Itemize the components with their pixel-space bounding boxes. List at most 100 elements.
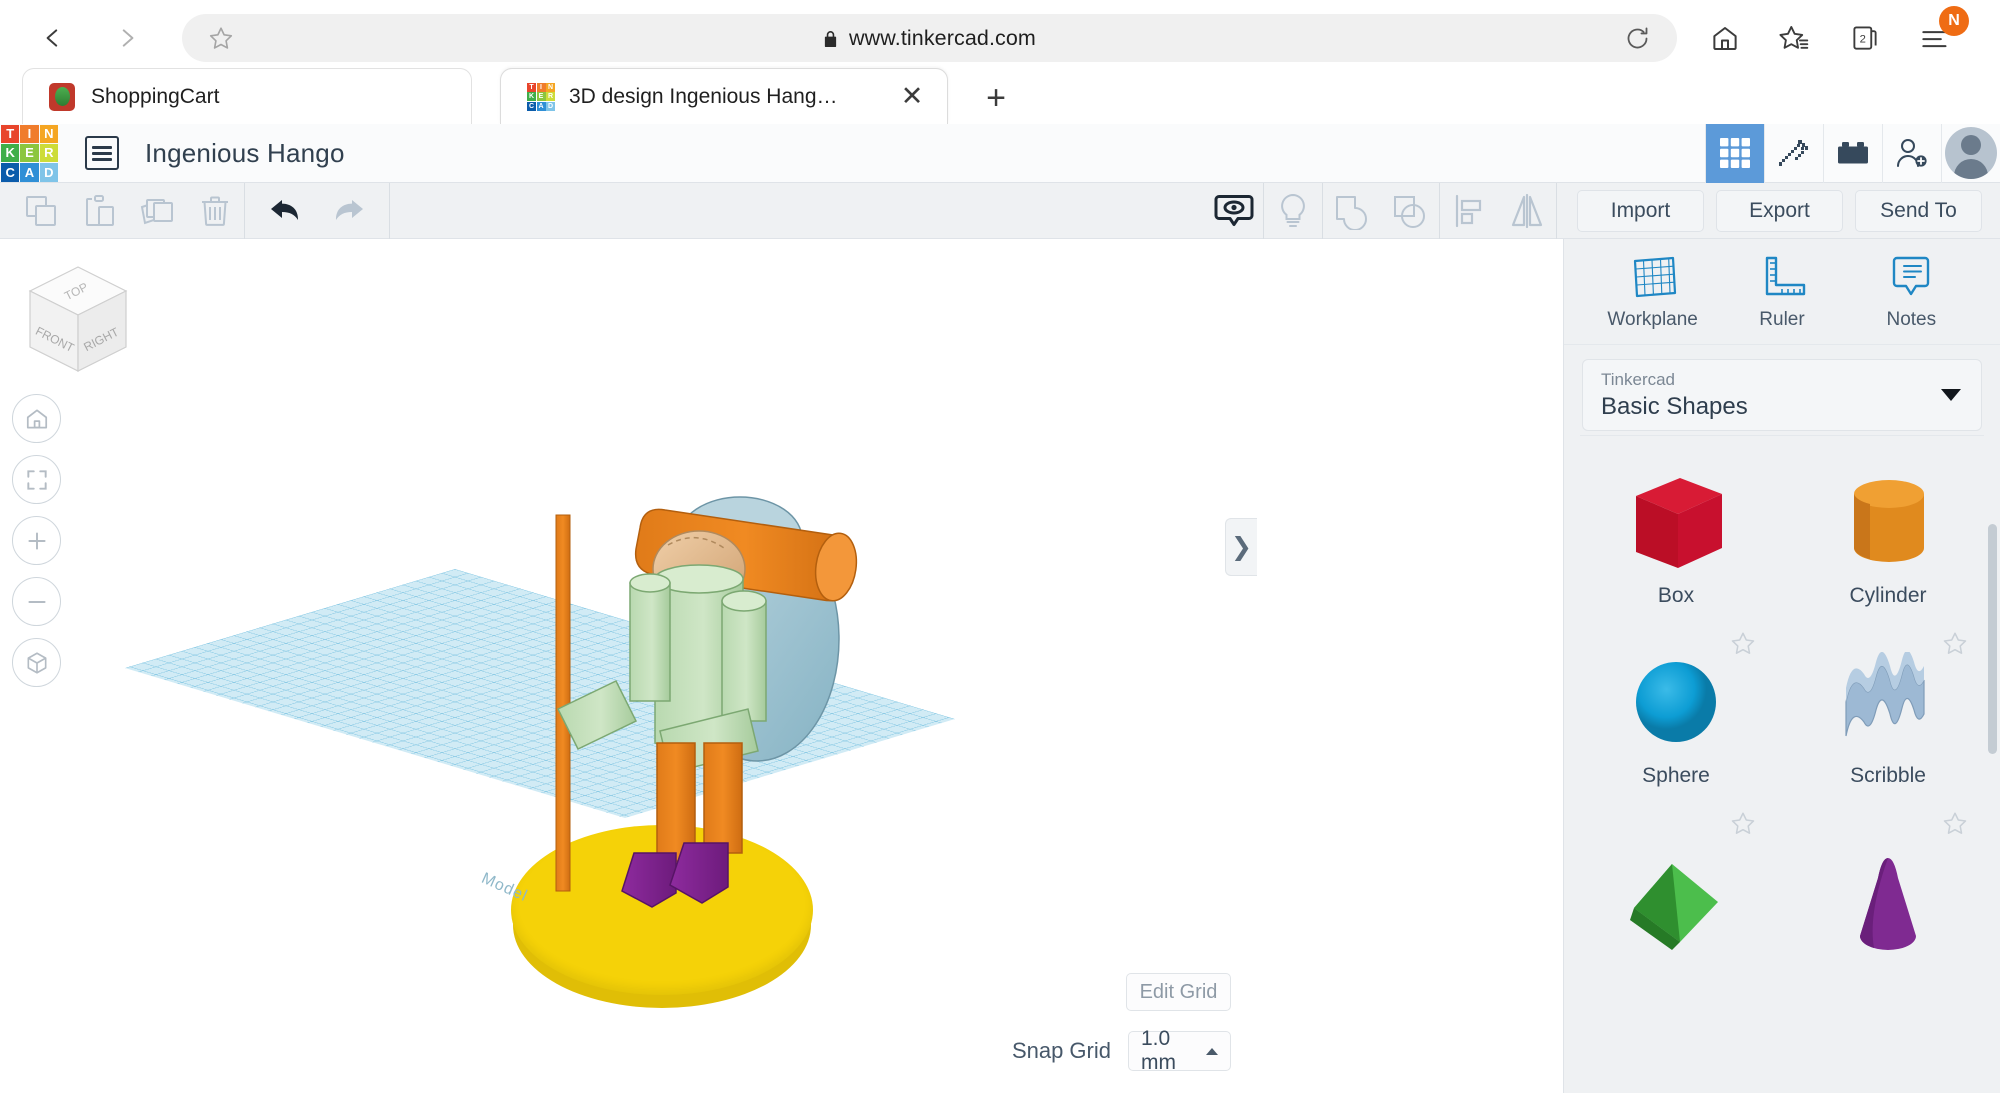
minecraft-tile[interactable] [1764, 124, 1823, 183]
toolbar-divider [389, 183, 390, 239]
mirror-button[interactable] [1498, 183, 1556, 239]
left-arm-shape [558, 574, 670, 749]
redo-button[interactable] [317, 183, 375, 239]
copy-button[interactable] [12, 183, 70, 239]
favicon-tile-t: T [527, 83, 536, 92]
send-to-button[interactable]: Send To [1855, 190, 1982, 232]
lego-brick-icon [1836, 140, 1870, 166]
blocks-grid-tile[interactable] [1705, 124, 1764, 183]
snap-grid-select[interactable]: 1.0 mm [1128, 1031, 1231, 1071]
home-icon [24, 406, 50, 432]
panel-collapse-handle[interactable]: ❯ [1225, 518, 1257, 576]
tab-close-button[interactable]: ✕ [897, 82, 927, 112]
viewport-nav-controls [12, 394, 61, 699]
tinkercad-header: TINKERCAD Ingenious Hango [0, 124, 2000, 183]
pyramid-art [1622, 850, 1730, 962]
fit-view-button[interactable] [12, 455, 61, 504]
chevron-right-icon [114, 25, 140, 51]
header-tool-tiles [1705, 124, 2000, 183]
favorite-star-icon[interactable] [1942, 810, 1968, 836]
panel-scrollbar[interactable] [1988, 524, 1997, 754]
browser-menu-button[interactable]: N [1913, 16, 1957, 60]
notes-tool[interactable]: Notes [1856, 253, 1966, 331]
fit-frame-icon [24, 467, 50, 493]
address-bar[interactable]: www.tinkercad.com [182, 14, 1677, 62]
tinkercad-app-window: www.tinkercad.com 2 N ShoppingCart TI [0, 0, 2000, 1093]
delete-button[interactable] [186, 183, 244, 239]
show-hide-button[interactable] [1205, 183, 1263, 239]
favicon-tile-d: D [546, 102, 555, 111]
shape-row: Sphere Scribble [1570, 616, 1994, 796]
tab-title: 3D design Ingenious Hang… [569, 85, 897, 109]
shape-item-cylinder[interactable]: Cylinder [1782, 436, 1994, 616]
cylinder-art [1834, 466, 1942, 578]
browser-favorites-button[interactable] [1773, 16, 1817, 60]
favorite-star-icon[interactable] [1942, 630, 1968, 656]
group-button[interactable] [1323, 183, 1381, 239]
lightbulb-button[interactable] [1264, 183, 1322, 239]
favicon-tile-k: K [527, 92, 536, 101]
3d-model-figure[interactable] [0, 239, 1563, 1093]
browser-home-button[interactable] [1703, 16, 1747, 60]
shape-item-pyramid[interactable] [1570, 796, 1782, 976]
shape-library-selector[interactable]: Tinkercad Basic Shapes [1582, 359, 1982, 431]
align-button[interactable] [1440, 183, 1498, 239]
browser-forward-button[interactable] [100, 11, 154, 65]
user-avatar-button[interactable] [1941, 124, 2000, 183]
home-view-button[interactable] [12, 394, 61, 443]
view-cube-icon: TOP FRONT RIGHT [22, 261, 134, 381]
favorite-star-icon[interactable] [1730, 810, 1756, 836]
favicon-tile-r: R [546, 92, 555, 101]
workplane-label: Workplane [1607, 309, 1697, 331]
favorite-star-icon[interactable] [1730, 630, 1756, 656]
bookmark-star-icon[interactable] [208, 25, 234, 51]
caret-up-icon [1206, 1048, 1218, 1055]
import-button[interactable]: Import [1577, 190, 1704, 232]
invite-people-tile[interactable] [1882, 124, 1941, 183]
shape-item-scribble[interactable]: Scribble [1782, 616, 1994, 796]
3d-viewport[interactable]: Model [0, 239, 1563, 1093]
edit-grid-button[interactable]: Edit Grid [1126, 973, 1231, 1011]
copy-icon [23, 193, 59, 229]
minus-icon [24, 589, 50, 615]
design-list-button[interactable] [85, 136, 119, 170]
browser-collections-button[interactable]: 2 [1843, 16, 1887, 60]
reload-icon[interactable] [1624, 25, 1651, 52]
undo-button[interactable] [259, 183, 317, 239]
paste-button[interactable] [70, 183, 128, 239]
paste-icon [81, 193, 117, 229]
logo-tile-d: D [40, 163, 58, 181]
toolbar-divider [244, 183, 245, 239]
zoom-in-button[interactable] [12, 516, 61, 565]
shape-item-box[interactable]: Box [1570, 436, 1782, 616]
home-icon [1710, 23, 1740, 53]
tinkercad-logo[interactable]: TINKERCAD [0, 124, 59, 183]
workplane-tool[interactable]: Workplane [1598, 253, 1708, 331]
zoom-out-button[interactable] [12, 577, 61, 626]
shape-row: Box Cylinder [1570, 436, 1994, 616]
lego-brick-tile[interactable] [1823, 124, 1882, 183]
browser-tab-3d-design[interactable]: TINKERCAD 3D design Ingenious Hang… ✕ [500, 68, 948, 124]
snap-grid-label: Snap Grid [1012, 1038, 1111, 1064]
ungroup-button[interactable] [1381, 183, 1439, 239]
favorites-star-icon [1779, 23, 1811, 53]
collections-icon: 2 [1850, 23, 1880, 53]
ungroup-icon [1390, 192, 1430, 230]
browser-back-button[interactable] [26, 11, 80, 65]
notes-icon [1885, 253, 1937, 301]
snap-grid-control: Snap Grid 1.0 mm [1012, 1031, 1231, 1071]
export-button[interactable]: Export [1716, 190, 1843, 232]
ruler-tool[interactable]: Ruler [1727, 253, 1837, 331]
browser-tabstrip: ShoppingCart TINKERCAD 3D design Ingenio… [0, 62, 2000, 124]
shape-item-cone[interactable] [1782, 796, 1994, 976]
view-cube[interactable]: TOP FRONT RIGHT [22, 261, 134, 381]
browser-tab-shoppingcart[interactable]: ShoppingCart [22, 68, 472, 124]
duplicate-button[interactable] [128, 183, 186, 239]
shape-library-selector-wrap: Tinkercad Basic Shapes [1564, 345, 2000, 441]
design-title[interactable]: Ingenious Hango [145, 138, 345, 169]
box-art [1622, 466, 1730, 578]
shape-item-sphere[interactable]: Sphere [1570, 616, 1782, 796]
ortho-perspective-button[interactable] [12, 638, 61, 687]
library-name: Basic Shapes [1601, 391, 1963, 423]
new-tab-button[interactable]: + [970, 72, 1022, 124]
